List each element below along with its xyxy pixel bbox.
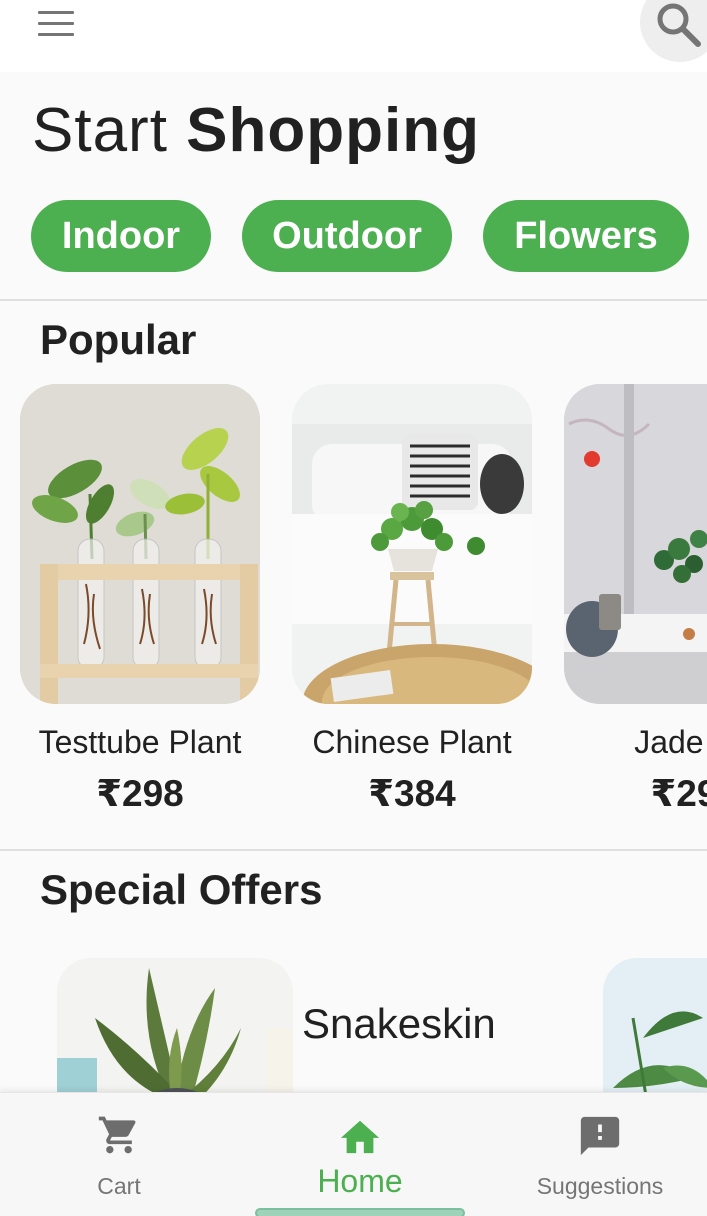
title-light: Start xyxy=(32,96,168,165)
divider xyxy=(0,849,707,851)
cart-icon xyxy=(98,1116,136,1154)
app-bar xyxy=(0,0,707,72)
product-image xyxy=(20,384,260,704)
category-chip-outdoor[interactable]: Outdoor xyxy=(242,200,452,272)
app-screen: Start Shopping Indoor Outdoor Flowers Po… xyxy=(0,0,707,1216)
menu-button[interactable] xyxy=(26,2,86,46)
feedback-icon xyxy=(580,1116,620,1156)
menu-line xyxy=(38,22,74,25)
product-image xyxy=(292,384,532,704)
menu-line xyxy=(38,11,74,14)
product-price: ₹298 xyxy=(96,773,184,814)
product-name: Chinese Plant xyxy=(312,724,512,760)
offer-name: Snakeskin xyxy=(302,1000,496,1047)
nav-label-suggestions: Suggestions xyxy=(536,1173,664,1199)
nav-item-cart[interactable]: Cart xyxy=(1,1093,237,1216)
category-chip-flowers[interactable]: Flowers xyxy=(483,200,689,272)
product-card-jade-plant[interactable]: Jade P ₹29 xyxy=(564,384,707,814)
menu-line xyxy=(38,33,74,36)
nav-label-home: Home xyxy=(317,1163,403,1199)
special-offers-heading: Special Offers xyxy=(40,866,323,913)
home-indicator xyxy=(255,1208,465,1216)
page-title: Start Shopping xyxy=(32,96,480,166)
title-bold: Shopping xyxy=(186,96,480,165)
nav-item-suggestions[interactable]: Suggestions xyxy=(482,1093,707,1216)
product-name: Jade P xyxy=(634,724,707,760)
product-price: ₹29 xyxy=(650,773,707,814)
category-chip-indoor[interactable]: Indoor xyxy=(31,200,211,272)
search-button[interactable] xyxy=(640,0,707,62)
search-icon xyxy=(657,3,701,47)
home-icon xyxy=(340,1120,380,1154)
nav-label-cart: Cart xyxy=(97,1173,141,1199)
product-card-chinese-plant[interactable]: Chinese Plant ₹384 xyxy=(292,384,532,814)
nav-item-home[interactable]: Home xyxy=(242,1093,478,1216)
popular-heading: Popular xyxy=(40,316,197,363)
product-name: Testtube Plant xyxy=(38,724,242,760)
product-card-testtube-plant[interactable]: Testtube Plant ₹298 xyxy=(20,384,260,814)
bottom-navigation: Cart Home Suggestions xyxy=(0,1092,707,1216)
product-price: ₹384 xyxy=(368,773,456,814)
product-image xyxy=(564,384,707,704)
divider xyxy=(0,299,707,301)
